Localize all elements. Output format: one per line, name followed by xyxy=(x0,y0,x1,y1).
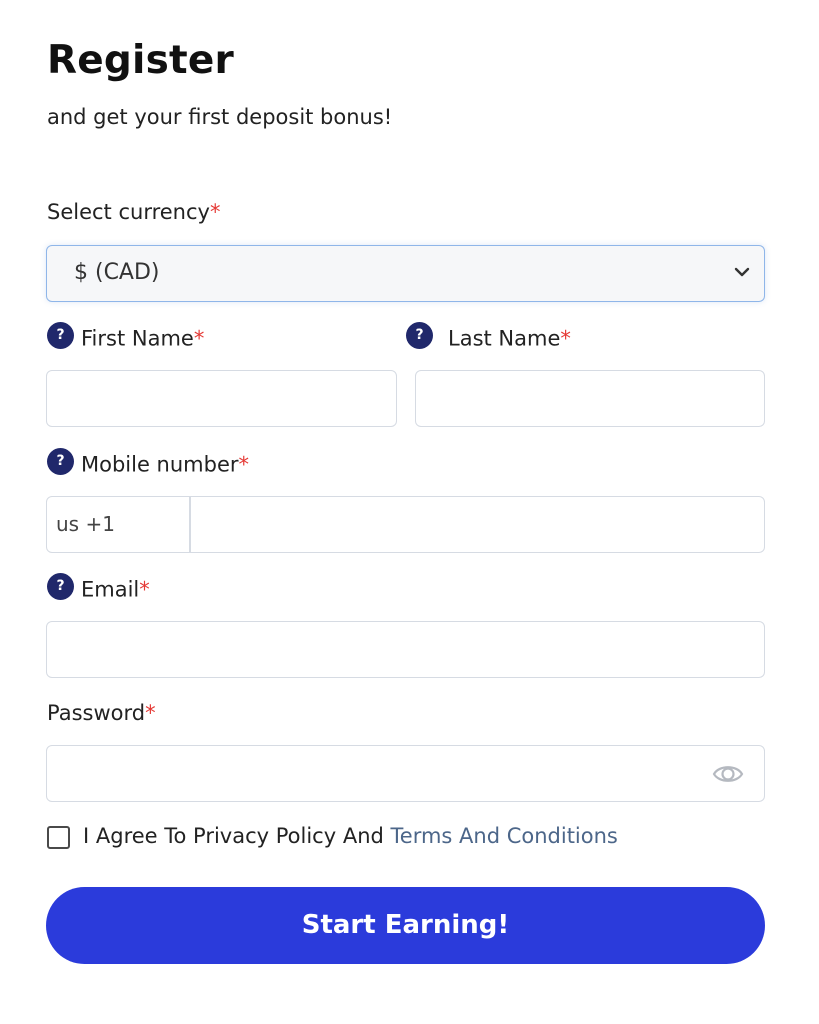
required-marker: * xyxy=(209,200,221,224)
question-circle-icon[interactable]: ? xyxy=(47,322,74,349)
last-name-label-text: Last Name xyxy=(448,326,561,351)
terms-link[interactable]: Terms And Conditions xyxy=(391,824,618,848)
mobile-number-input[interactable] xyxy=(191,497,764,552)
last-name-field[interactable] xyxy=(415,370,765,427)
mobile-label-text: Mobile number xyxy=(81,452,239,477)
currency-select[interactable]: $ (CAD) xyxy=(46,245,765,302)
start-earning-button[interactable]: Start Earning! xyxy=(46,887,765,964)
mobile-number-field[interactable] xyxy=(190,496,765,553)
agreement-label: I Agree To Privacy Policy And xyxy=(83,824,391,848)
email-label: ? Email* xyxy=(47,573,150,604)
required-marker: * xyxy=(193,326,205,351)
password-input[interactable] xyxy=(47,746,764,801)
question-circle-icon[interactable]: ? xyxy=(47,573,74,600)
password-label: Password* xyxy=(47,701,156,725)
mobile-label: ? Mobile number* xyxy=(47,448,250,479)
question-circle-icon[interactable]: ? xyxy=(406,322,433,349)
password-label-text: Password xyxy=(47,701,146,725)
required-marker: * xyxy=(139,577,150,602)
last-name-label: ? Last Name* xyxy=(406,322,571,353)
currency-label-text: Select currency xyxy=(47,200,210,224)
country-code-value: us +1 xyxy=(56,512,115,536)
page-subtitle: and get your first deposit bonus! xyxy=(47,105,393,129)
agree-checkbox[interactable] xyxy=(47,826,70,849)
required-marker: * xyxy=(238,452,250,477)
eye-icon[interactable] xyxy=(712,760,744,788)
first-name-field[interactable] xyxy=(46,370,397,427)
agreement-text: I Agree To Privacy Policy And Terms And … xyxy=(83,824,618,848)
last-name-input[interactable] xyxy=(416,371,764,426)
first-name-input[interactable] xyxy=(47,371,396,426)
email-input[interactable] xyxy=(47,622,764,677)
first-name-label: ? First Name* xyxy=(47,322,205,353)
page-title: Register xyxy=(47,38,234,83)
password-field[interactable] xyxy=(46,745,765,802)
email-label-text: Email xyxy=(81,577,140,602)
country-code-select[interactable]: us +1 xyxy=(46,496,190,553)
chevron-down-icon xyxy=(734,267,750,277)
email-field[interactable] xyxy=(46,621,765,678)
required-marker: * xyxy=(145,701,156,725)
question-circle-icon[interactable]: ? xyxy=(47,448,74,475)
currency-label: Select currency* xyxy=(47,200,220,224)
required-marker: * xyxy=(560,326,571,351)
currency-selected-value: $ (CAD) xyxy=(74,260,160,285)
first-name-label-text: First Name xyxy=(81,326,194,351)
